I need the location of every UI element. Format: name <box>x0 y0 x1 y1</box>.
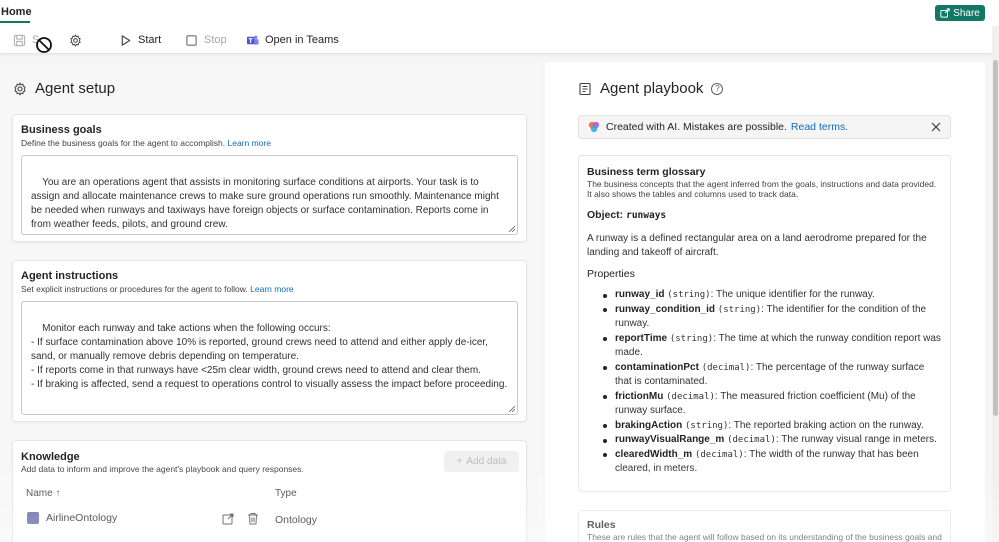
add-data-button[interactable]: + Add data <box>444 451 519 472</box>
agent-instructions-card: Agent instructions Set explicit instruct… <box>12 260 527 422</box>
business-goals-input[interactable]: You are an operations agent that assists… <box>21 155 518 235</box>
business-goals-card: Business goals Define the business goals… <box>12 114 527 242</box>
share-button[interactable]: Share <box>935 5 985 21</box>
gear-icon <box>14 81 26 96</box>
settings-button[interactable] <box>69 26 82 54</box>
list-item: runwayVisualRange_m (decimal): The runwa… <box>603 433 943 448</box>
top-tab-bar: Home Share <box>0 0 999 26</box>
add-data-label: Add data <box>466 456 507 467</box>
table-row[interactable]: AirlineOntology <box>27 512 117 524</box>
share-icon <box>940 8 950 18</box>
resize-grip-icon[interactable] <box>509 226 515 232</box>
save-icon <box>13 34 26 46</box>
properties-list: runway_id (string): The unique identifie… <box>603 288 943 477</box>
knowledge-row-name: AirlineOntology <box>46 512 118 524</box>
play-icon <box>121 34 131 46</box>
agent-instructions-title: Agent instructions <box>21 270 119 282</box>
agent-playbook-title: Agent playbook <box>600 80 704 97</box>
start-button-label: Start <box>138 34 162 46</box>
list-item: runway_id (string): The unique identifie… <box>603 288 943 303</box>
agent-setup-title: Agent setup <box>35 80 116 97</box>
resize-grip-icon[interactable] <box>509 406 515 412</box>
agent-instructions-input[interactable]: Monitor each runway and take actions whe… <box>21 301 518 415</box>
knowledge-subtitle: Add data to inform and improve the agent… <box>21 464 304 474</box>
rules-subtitle: These are rules that the agent will foll… <box>587 532 942 542</box>
glossary-object: Object: runways <box>587 209 667 221</box>
properties-label: Properties <box>587 268 635 280</box>
glossary-title: Business term glossary <box>587 166 706 178</box>
share-button-label: Share <box>953 7 980 19</box>
object-description: A runway is a defined rectangular area o… <box>587 233 927 258</box>
list-item: runway_condition_id (string): The identi… <box>603 303 943 332</box>
list-item: clearedWidth_m (decimal): The width of t… <box>603 448 943 477</box>
not-allowed-cursor-icon <box>36 37 52 53</box>
close-icon[interactable] <box>930 121 942 133</box>
tab-home-indicator <box>0 21 30 23</box>
agent-playbook-heading: Agent playbook ? <box>578 80 724 97</box>
list-item: reportTime (string): The time at which t… <box>603 332 943 361</box>
stop-button[interactable]: Stop <box>185 26 227 54</box>
gear-icon <box>70 33 81 47</box>
business-goals-learn-more-link[interactable]: Learn more <box>228 138 271 148</box>
open-in-teams-label: Open in Teams <box>265 34 339 46</box>
business-goals-title: Business goals <box>21 124 102 136</box>
stop-button-label: Stop <box>204 34 227 46</box>
knowledge-title: Knowledge <box>21 451 80 463</box>
start-button[interactable]: Start <box>119 26 161 54</box>
toolbar: S Start Stop Open in Teams <box>0 26 992 54</box>
ai-disclaimer-text: Created with AI. Mistakes are possible. <box>606 121 787 133</box>
tab-home[interactable]: Home <box>1 6 32 18</box>
ai-disclaimer-banner: Created with AI. Mistakes are possible. … <box>578 115 951 139</box>
business-term-glossary-card: Business term glossary The business conc… <box>578 155 951 492</box>
plus-icon: + <box>456 456 463 467</box>
help-icon[interactable]: ? <box>711 82 724 95</box>
open-in-teams-button[interactable]: Open in Teams <box>246 26 339 54</box>
scrollbar-thumb[interactable] <box>993 60 998 416</box>
rules-card: Rules These are rules that the agent wil… <box>578 510 951 542</box>
list-item: brakingAction (string): The reported bra… <box>603 419 943 434</box>
delete-icon[interactable] <box>247 512 259 525</box>
agent-setup-heading: Agent setup <box>13 80 115 97</box>
copilot-icon <box>588 121 600 133</box>
knowledge-row-type: Ontology <box>275 514 318 526</box>
column-header-name[interactable]: Name ↑ <box>26 488 60 499</box>
object-name: runways <box>626 210 667 221</box>
list-item: frictionMu (decimal): The measured frict… <box>603 390 943 419</box>
glossary-subtitle: The business concepts that the agent inf… <box>587 179 937 199</box>
ontology-icon <box>27 512 39 524</box>
agent-instructions-subtitle: Set explicit instructions or procedures … <box>21 284 294 294</box>
business-goals-subtitle: Define the business goals for the agent … <box>21 138 271 148</box>
column-header-type[interactable]: Type <box>275 488 297 499</box>
teams-icon <box>246 35 259 45</box>
open-external-icon[interactable] <box>222 513 234 525</box>
list-item: contaminationPct (decimal): The percenta… <box>603 361 943 390</box>
stop-icon <box>186 34 197 46</box>
playbook-icon <box>579 82 591 95</box>
rules-title: Rules <box>587 519 616 531</box>
agent-instructions-learn-more-link[interactable]: Learn more <box>250 284 293 294</box>
read-terms-link[interactable]: Read terms. <box>791 121 848 133</box>
